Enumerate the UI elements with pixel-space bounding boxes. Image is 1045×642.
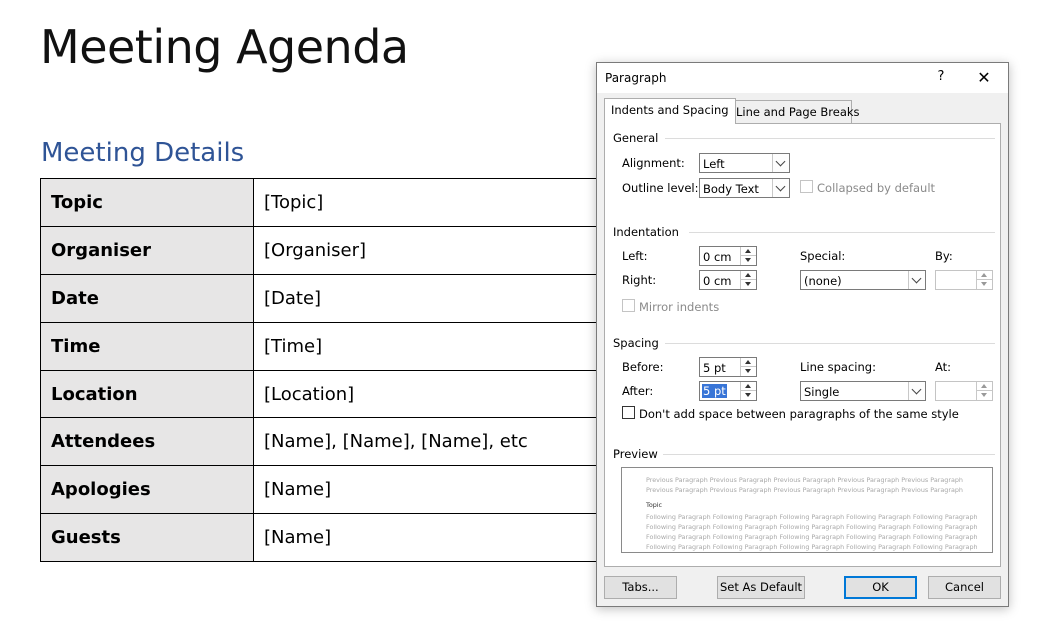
table-row: Guests [Name]	[40, 513, 660, 563]
section-divider	[663, 454, 995, 455]
section-heading: Meeting Details	[41, 138, 245, 168]
cancel-button[interactable]: Cancel	[928, 576, 1001, 599]
paragraph-preview: Previous Paragraph Previous Paragraph Pr…	[621, 467, 993, 553]
table-row: Apologies [Name]	[40, 465, 660, 515]
help-button[interactable]: ?	[931, 69, 951, 87]
row-label[interactable]: Date	[40, 273, 254, 323]
section-divider	[665, 138, 995, 139]
ok-button[interactable]: OK	[844, 576, 917, 599]
preview-following-line: Following Paragraph Following Paragraph …	[646, 513, 978, 521]
preview-following-line: Following Paragraph Following Paragraph …	[646, 533, 978, 541]
row-label[interactable]: Guests	[40, 513, 254, 563]
spin-up-icon[interactable]	[741, 271, 756, 280]
dont-add-space-checkbox[interactable]	[622, 406, 635, 419]
spin-up-icon[interactable]	[741, 382, 756, 391]
table-row: Date [Date]	[40, 273, 660, 323]
general-section-label: General	[613, 131, 659, 145]
dialog-titlebar[interactable]: Paragraph ? ✕	[597, 63, 1008, 93]
collapsed-checkbox[interactable]	[800, 180, 813, 193]
at-label: At:	[935, 360, 952, 374]
table-row: Topic [Topic]	[40, 178, 660, 227]
row-label[interactable]: Time	[40, 321, 254, 371]
special-value: (none)	[804, 274, 842, 288]
outline-level-label: Outline level:	[622, 181, 699, 195]
row-label[interactable]: Organiser	[40, 225, 254, 275]
line-spacing-label: Line spacing:	[800, 360, 876, 374]
spin-down-icon[interactable]	[977, 391, 992, 400]
preview-previous-line: Previous Paragraph Previous Paragraph Pr…	[646, 486, 963, 494]
after-label: After:	[622, 384, 654, 398]
section-divider	[689, 232, 995, 233]
chevron-down-icon[interactable]	[908, 382, 925, 400]
set-as-default-button[interactable]: Set As Default	[717, 576, 805, 599]
line-spacing-dropdown[interactable]: Single	[800, 381, 926, 401]
preview-following-line: Following Paragraph Following Paragraph …	[646, 523, 978, 531]
paragraph-dialog: Paragraph ? ✕ Line and Page Breaks Inden…	[596, 62, 1009, 607]
spin-down-icon[interactable]	[977, 280, 992, 289]
row-label[interactable]: Attendees	[40, 417, 254, 467]
spacing-after-spinner[interactable]: 5 pt	[699, 381, 757, 401]
row-label[interactable]: Topic	[40, 178, 254, 227]
alignment-dropdown[interactable]: Left	[699, 153, 790, 173]
dont-add-space-label: Don't add space between paragraphs of th…	[639, 407, 959, 421]
outline-level-value: Body Text	[703, 182, 759, 196]
spacing-section-label: Spacing	[613, 336, 659, 350]
table-row: Time [Time]	[40, 321, 660, 371]
meeting-details-table: Topic [Topic] Organiser [Organiser] Date…	[40, 178, 660, 563]
line-spacing-value: Single	[804, 385, 840, 399]
left-indent-spinner[interactable]: 0 cm	[699, 246, 757, 266]
special-dropdown[interactable]: (none)	[800, 270, 926, 290]
right-indent-value: 0 cm	[703, 274, 732, 288]
spacing-before-spinner[interactable]: 5 pt	[699, 357, 757, 377]
spin-down-icon[interactable]	[741, 391, 756, 400]
spin-up-icon[interactable]	[741, 358, 756, 367]
preview-section-label: Preview	[613, 447, 658, 461]
table-row: Organiser [Organiser]	[40, 225, 660, 275]
alignment-value: Left	[703, 157, 725, 171]
indentation-section-label: Indentation	[613, 225, 679, 239]
by-spinner[interactable]	[935, 270, 993, 290]
collapsed-label: Collapsed by default	[817, 181, 936, 195]
preview-sample-text: Topic	[646, 501, 663, 509]
left-indent-label: Left:	[622, 249, 648, 263]
chevron-down-icon[interactable]	[772, 179, 789, 197]
spacing-after-value[interactable]: 5 pt	[702, 384, 727, 398]
row-label[interactable]: Location	[40, 369, 254, 419]
outline-level-dropdown[interactable]: Body Text	[699, 178, 790, 198]
tab-line-and-page-breaks[interactable]: Line and Page Breaks	[729, 100, 860, 123]
dialog-title: Paragraph	[605, 71, 667, 85]
mirror-indents-checkbox[interactable]	[622, 299, 635, 312]
spin-down-icon[interactable]	[741, 256, 756, 265]
spacing-before-value: 5 pt	[703, 361, 726, 375]
alignment-label: Alignment:	[622, 156, 685, 170]
chevron-down-icon[interactable]	[908, 271, 925, 289]
spin-up-icon[interactable]	[741, 247, 756, 256]
mirror-indents-label: Mirror indents	[639, 300, 720, 314]
close-button[interactable]: ✕	[973, 68, 995, 88]
spin-up-icon[interactable]	[977, 271, 992, 280]
table-row: Attendees [Name], [Name], [Name], etc	[40, 417, 660, 467]
tabs-button[interactable]: Tabs...	[604, 576, 677, 599]
section-divider	[665, 343, 995, 344]
right-indent-label: Right:	[622, 273, 657, 287]
preview-previous-line: Previous Paragraph Previous Paragraph Pr…	[646, 476, 963, 484]
by-label: By:	[935, 249, 953, 263]
preview-following-line: Following Paragraph Following Paragraph …	[646, 543, 978, 551]
row-label[interactable]: Apologies	[40, 465, 254, 515]
left-indent-value: 0 cm	[703, 250, 732, 264]
before-label: Before:	[622, 360, 664, 374]
spin-up-icon[interactable]	[977, 382, 992, 391]
spin-down-icon[interactable]	[741, 367, 756, 376]
special-label: Special:	[800, 249, 846, 263]
table-row: Location [Location]	[40, 369, 660, 419]
right-indent-spinner[interactable]: 0 cm	[699, 270, 757, 290]
spin-down-icon[interactable]	[741, 280, 756, 289]
at-spinner[interactable]	[935, 381, 993, 401]
document-title: Meeting Agenda	[40, 20, 409, 74]
tab-indents-and-spacing[interactable]: Indents and Spacing	[604, 98, 736, 124]
chevron-down-icon[interactable]	[772, 154, 789, 172]
